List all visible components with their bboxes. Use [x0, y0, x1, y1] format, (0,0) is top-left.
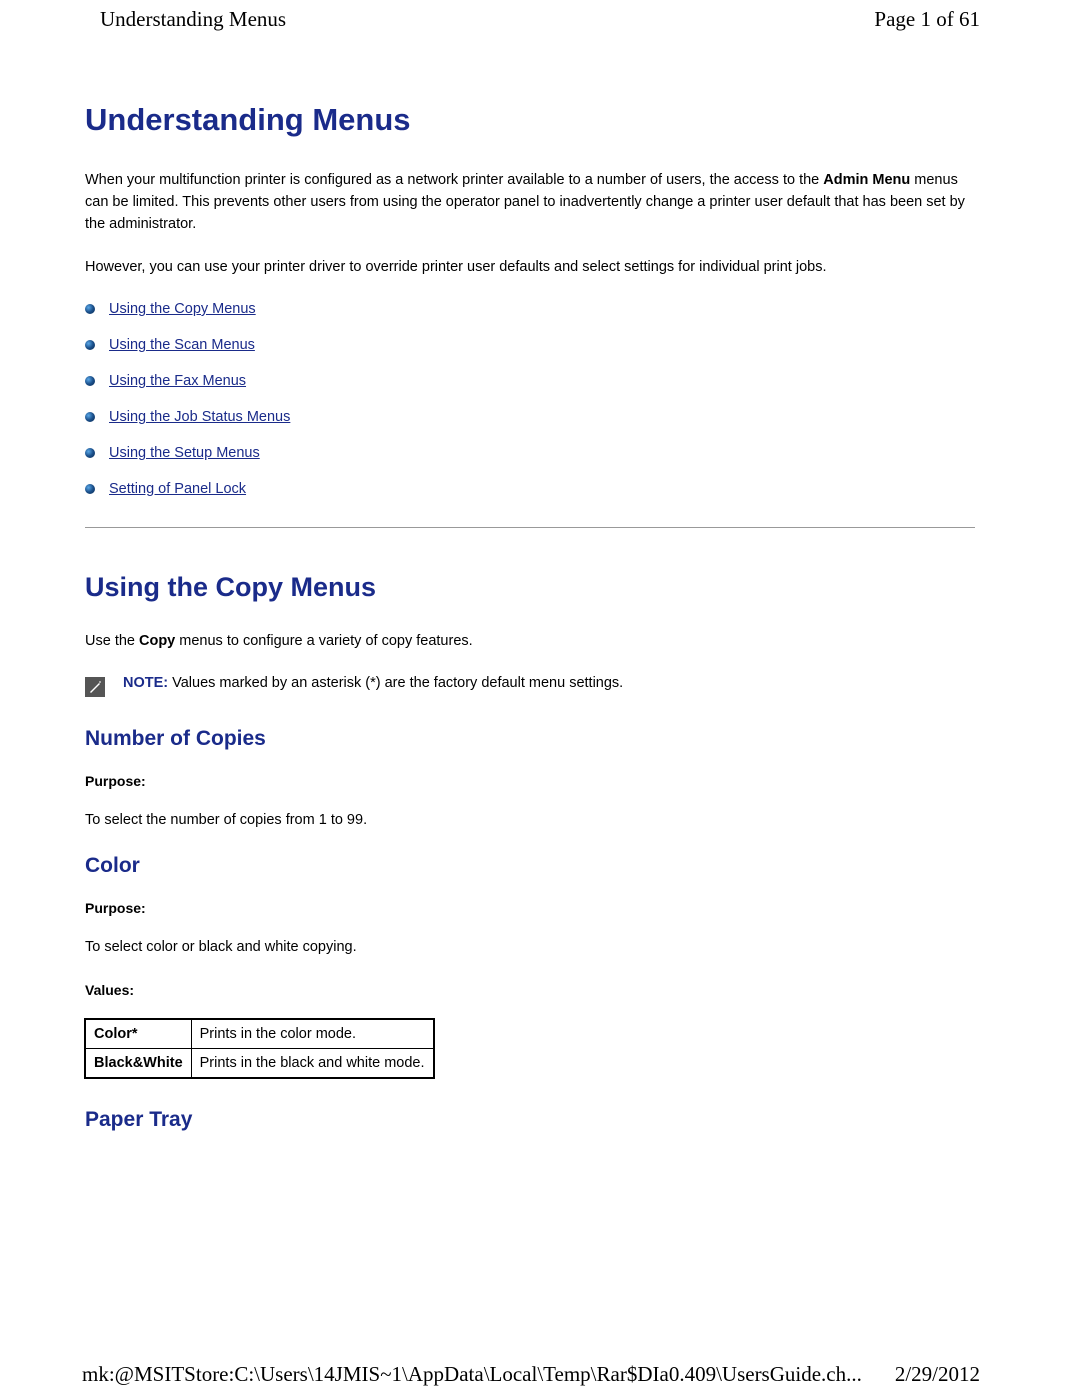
value-name: Color* [86, 1020, 192, 1049]
note-body: Values marked by an asterisk (*) are the… [168, 675, 623, 691]
intro-text-a: When your multifunction printer is confi… [85, 172, 823, 188]
copy-intro-bold: Copy [139, 633, 175, 649]
content-area: Understanding Menus When your multifunct… [0, 32, 1080, 1132]
table-row: Color* Prints in the color mode. [86, 1020, 434, 1049]
bullet-icon [85, 448, 95, 458]
header-title: Understanding Menus [100, 7, 286, 32]
copy-intro-a: Use the [85, 633, 139, 649]
divider [85, 527, 975, 528]
footer-date: 2/29/2012 [895, 1362, 980, 1387]
note-label: NOTE: [123, 675, 168, 691]
intro-paragraph-1: When your multifunction printer is confi… [85, 170, 975, 235]
list-item: Using the Copy Menus [85, 301, 975, 317]
copy-menus-section: Using the Copy Menus Use the Copy menus … [85, 572, 975, 1132]
note-row: NOTE: Values marked by an asterisk (*) a… [85, 675, 975, 697]
color-values-table: Color* Prints in the color mode. Black&W… [85, 1019, 434, 1078]
intro-bold: Admin Menu [823, 172, 910, 188]
link-fax-menus[interactable]: Using the Fax Menus [109, 373, 246, 389]
copy-intro: Use the Copy menus to configure a variet… [85, 631, 975, 653]
purpose-text: To select color or black and white copyi… [85, 937, 975, 959]
list-item: Using the Fax Menus [85, 373, 975, 389]
footer-path: mk:@MSITStore:C:\Users\14JMIS~1\AppData\… [82, 1362, 862, 1387]
bullet-icon [85, 412, 95, 422]
page-title: Understanding Menus [85, 102, 975, 138]
list-item: Using the Job Status Menus [85, 409, 975, 425]
note-icon [85, 677, 105, 697]
bullet-icon [85, 304, 95, 314]
purpose-label: Purpose: [85, 771, 975, 792]
table-row: Black&White Prints in the black and whit… [86, 1049, 434, 1078]
link-setup-menus[interactable]: Using the Setup Menus [109, 445, 260, 461]
toc-links: Using the Copy Menus Using the Scan Menu… [85, 301, 975, 497]
intro-paragraph-2: However, you can use your printer driver… [85, 257, 975, 279]
page-header: Understanding Menus Page 1 of 61 [0, 0, 1080, 32]
link-panel-lock[interactable]: Setting of Panel Lock [109, 481, 246, 497]
note-text: NOTE: Values marked by an asterisk (*) a… [123, 675, 623, 691]
subheading-color: Color [85, 854, 975, 878]
link-copy-menus[interactable]: Using the Copy Menus [109, 301, 256, 317]
section-heading-copy: Using the Copy Menus [85, 572, 975, 603]
value-desc: Prints in the black and white mode. [191, 1049, 433, 1078]
link-job-status-menus[interactable]: Using the Job Status Menus [109, 409, 290, 425]
bullet-icon [85, 484, 95, 494]
value-name: Black&White [86, 1049, 192, 1078]
purpose-label: Purpose: [85, 898, 975, 919]
bullet-icon [85, 340, 95, 350]
bullet-icon [85, 376, 95, 386]
subheading-number-copies: Number of Copies [85, 727, 975, 751]
list-item: Using the Scan Menus [85, 337, 975, 353]
subheading-paper-tray: Paper Tray [85, 1108, 975, 1132]
list-item: Using the Setup Menus [85, 445, 975, 461]
page-footer: mk:@MSITStore:C:\Users\14JMIS~1\AppData\… [0, 1362, 1080, 1387]
list-item: Setting of Panel Lock [85, 481, 975, 497]
copy-intro-b: menus to configure a variety of copy fea… [175, 633, 472, 649]
values-label: Values: [85, 980, 975, 1001]
link-scan-menus[interactable]: Using the Scan Menus [109, 337, 255, 353]
page-indicator: Page 1 of 61 [874, 7, 980, 32]
value-desc: Prints in the color mode. [191, 1020, 433, 1049]
purpose-text: To select the number of copies from 1 to… [85, 810, 975, 832]
